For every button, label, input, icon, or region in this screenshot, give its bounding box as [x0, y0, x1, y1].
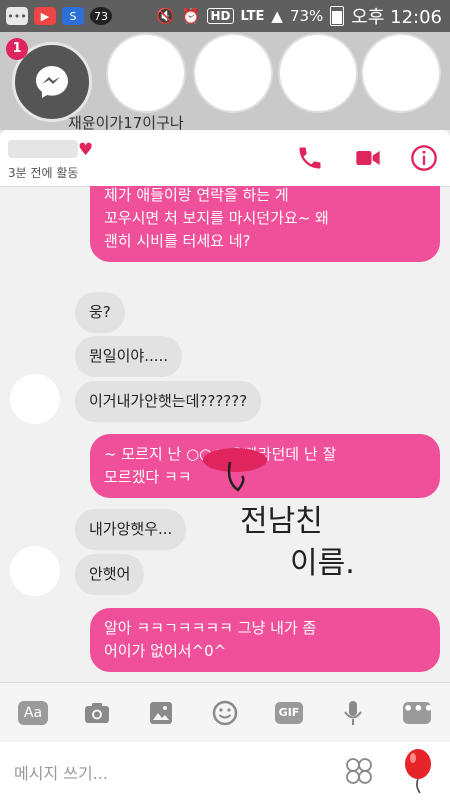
- clock: 오후 12:06: [351, 7, 442, 28]
- avatar: [10, 546, 60, 596]
- battery-icon: [330, 6, 345, 26]
- signal-icon: ▲: [271, 7, 283, 25]
- message-input[interactable]: 메시지 쓰기...: [14, 760, 108, 784]
- sticker-icon[interactable]: [344, 756, 374, 786]
- redaction-scribble: [203, 448, 267, 492]
- avatar: [10, 374, 60, 424]
- aa-icon: Aa: [18, 700, 48, 725]
- message-bubble-received: 뭔일이야.....: [75, 336, 183, 377]
- lte-label: LTE: [240, 8, 265, 24]
- camera-button[interactable]: [82, 698, 112, 728]
- more-icon: •••: [403, 700, 434, 724]
- handwritten-annotation: 이름.: [290, 546, 355, 581]
- chat-icon: •••: [6, 7, 28, 25]
- message-bubble-sent: 저 사람 저는 전 전 한 번도 한 적 없구요 제가 애들이랑 연락을 하는 …: [90, 186, 440, 262]
- phone-icon[interactable]: [296, 144, 324, 172]
- redacted-scribble: [363, 35, 439, 111]
- redacted-scribble: [280, 35, 356, 111]
- smiley-icon: [212, 700, 238, 725]
- sync-icon: S: [62, 7, 84, 25]
- emoji-button[interactable]: [210, 698, 240, 728]
- contact-name-redacted: [8, 140, 78, 158]
- text-format-button[interactable]: Aa: [18, 698, 48, 728]
- unread-badge: 1: [6, 38, 28, 60]
- message-bubble-received: 내가앙햇우...: [75, 509, 187, 550]
- mute-icon: 🔇: [156, 7, 175, 25]
- gif-button[interactable]: GIF: [274, 698, 304, 728]
- redacted-scribble: [195, 35, 271, 111]
- camera-icon: [85, 702, 109, 723]
- composer: 메시지 쓰기...: [0, 742, 450, 800]
- message-bubble-received: 웅?: [75, 292, 125, 333]
- chat-header: ♥ 3분 전에 활동: [0, 130, 450, 187]
- active-status: 3분 전에 활동: [8, 166, 79, 180]
- gallery-button[interactable]: [146, 698, 176, 728]
- battery-percent: 73%: [289, 7, 324, 25]
- heart-icon: ♥: [78, 140, 94, 160]
- message-bubble-sent: 알아 ㅋㅋㄱㅋㅋㅋㅋ 그냥 내가 좀 어이가 없어서^0^: [90, 608, 440, 672]
- status-bar: ••• ▶ S 73 🔇 ⏰ HD LTE ▲ 73% 오후 12:06: [0, 0, 450, 32]
- hd-icon: HD: [207, 8, 234, 24]
- message-bubble-received: 안햇어: [75, 554, 145, 595]
- handwritten-annotation: 전남친: [240, 504, 323, 539]
- balloon-icon[interactable]: [400, 748, 436, 794]
- voice-button[interactable]: [338, 698, 368, 728]
- notification-73-icon: 73: [90, 7, 112, 25]
- gif-icon: GIF: [275, 701, 303, 724]
- microphone-icon: [344, 700, 362, 725]
- youtube-icon: ▶: [34, 7, 56, 25]
- composer-toolbar: Aa GIF •••: [0, 682, 450, 742]
- message-list[interactable]: 저 사람 저는 전 전 한 번도 한 적 없구요 제가 애들이랑 연락을 하는 …: [0, 186, 450, 682]
- image-icon: [150, 701, 172, 724]
- alarm-icon: ⏰: [181, 7, 201, 25]
- info-icon[interactable]: [410, 144, 438, 172]
- messenger-icon: [36, 66, 68, 98]
- message-bubble-received: 이거내가안햇는데??????: [75, 381, 262, 422]
- more-button[interactable]: •••: [402, 698, 434, 728]
- video-call-icon[interactable]: [354, 144, 382, 172]
- redacted-scribble: [108, 35, 184, 111]
